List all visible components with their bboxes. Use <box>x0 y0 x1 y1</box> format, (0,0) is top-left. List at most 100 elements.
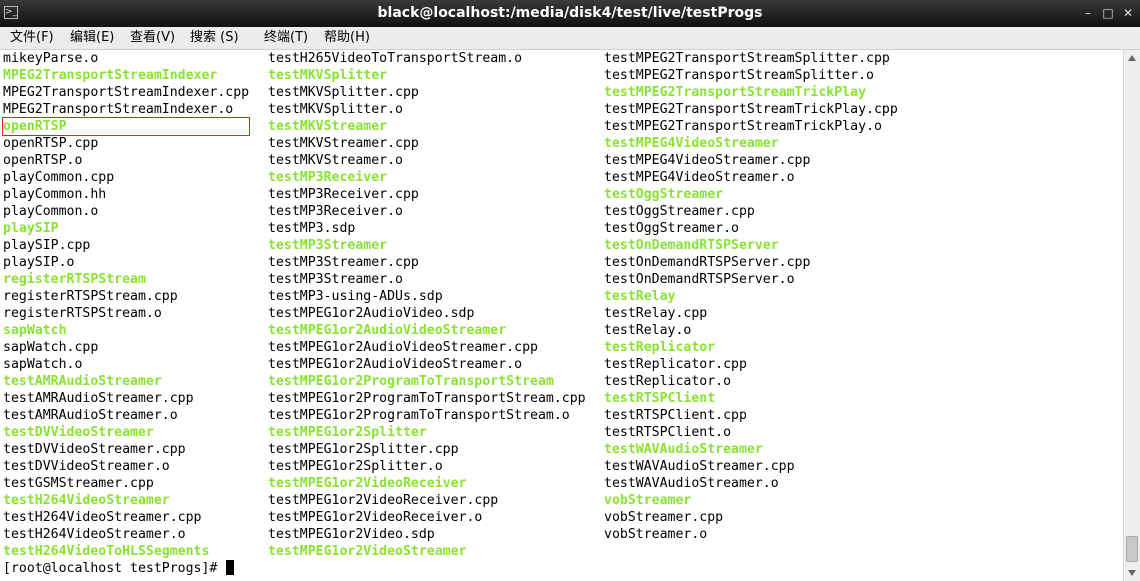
text-cursor <box>226 560 235 575</box>
menu-view[interactable]: 查看(V) <box>130 27 175 49</box>
executable-entry: testMKVSplitter <box>268 68 388 83</box>
minimize-button[interactable]: – <box>1080 5 1096 21</box>
file-entry: testRelay.cpp <box>604 306 708 321</box>
file-entry: testReplicator.cpp <box>604 357 747 372</box>
file-entry: sapWatch.cpp <box>3 340 99 355</box>
file-column-2: testH265VideoToTransportStream.o testMKVS… <box>268 50 586 560</box>
scrollbar-thumb[interactable] <box>1126 536 1138 562</box>
executable-entry: testMP3Streamer <box>268 238 388 253</box>
file-entry: testMP3Streamer.cpp <box>268 255 419 270</box>
window-title: black@localhost:/media/disk4/test/live/t… <box>377 5 763 21</box>
file-entry: testMKVStreamer.cpp <box>268 136 419 151</box>
executable-entry: testMPEG2TransportStreamTrickPlay <box>604 85 867 100</box>
executable-entry: testOggStreamer <box>604 187 724 202</box>
file-entry: testMPEG1or2Splitter.o <box>268 459 443 474</box>
file-entry: testWAVAudioStreamer.cpp <box>604 459 795 474</box>
menu-edit[interactable]: 编辑(E) <box>70 27 114 49</box>
executable-entry: testMPEG4VideoStreamer <box>604 136 779 151</box>
file-entry: vobStreamer.cpp <box>604 510 724 525</box>
file-entry: testRTSPClient.cpp <box>604 408 747 423</box>
file-entry: testMPEG1or2AudioVideo.sdp <box>268 306 475 321</box>
file-entry: testMKVSplitter.o <box>268 102 403 117</box>
executable-entry: testH264VideoStreamer <box>3 493 170 508</box>
file-entry: playCommon.hh <box>3 187 107 202</box>
executable-entry: testMPEG1or2VideoReceiver <box>268 476 467 491</box>
executable-entry: testAMRAudioStreamer <box>3 374 162 389</box>
executable-entry: testWAVAudioStreamer <box>604 442 763 457</box>
file-entry: testMKVSplitter.cpp <box>268 85 419 100</box>
file-entry: openRTSP.cpp <box>3 136 99 151</box>
file-entry: testDVVideoStreamer.o <box>3 459 170 474</box>
file-entry: testH265VideoToTransportStream.o <box>268 51 523 66</box>
file-entry: testMPEG2TransportStreamSplitter.cpp <box>604 51 890 66</box>
file-entry: testGSMStreamer.cpp <box>3 476 154 491</box>
file-entry: testH264VideoStreamer.o <box>3 527 186 542</box>
executable-entry: testRTSPClient <box>604 391 716 406</box>
file-column-3: testMPEG2TransportStreamSplitter.cpp test… <box>604 50 898 543</box>
executable-entry: testMKVStreamer <box>268 119 388 134</box>
file-entry: testWAVAudioStreamer.o <box>604 476 779 491</box>
window-titlebar[interactable]: >_ black@localhost:/media/disk4/test/liv… <box>0 0 1140 27</box>
file-entry: testMP3.sdp <box>268 221 356 236</box>
shell-prompt[interactable]: [root@localhost testProgs]# <box>3 560 235 577</box>
close-button[interactable]: ✕ <box>1120 5 1136 21</box>
vertical-scrollbar[interactable] <box>1123 50 1140 581</box>
executable-entry: sapWatch <box>3 323 67 338</box>
file-entry: testDVVideoStreamer.cpp <box>3 442 186 457</box>
file-entry: testH264VideoStreamer.cpp <box>3 510 202 525</box>
file-entry: playSIP.o <box>3 255 75 270</box>
file-entry: playCommon.o <box>3 204 99 219</box>
file-entry: testMPEG2TransportStreamTrickPlay.o <box>604 119 882 134</box>
executable-entry: testH264VideoToHLSSegments <box>3 544 210 559</box>
file-column-1: mikeyParse.o MPEG2TransportStreamIndexer M… <box>1 50 251 560</box>
file-entry: testAMRAudioStreamer.cpp <box>3 391 194 406</box>
file-entry: MPEG2TransportStreamIndexer.cpp <box>3 85 250 100</box>
executable-entry: testReplicator <box>604 340 716 355</box>
file-entry: testMPEG1or2ProgramToTransportStream.o <box>268 408 570 423</box>
file-entry: testAMRAudioStreamer.o <box>3 408 178 423</box>
scroll-down-arrow-icon[interactable] <box>1128 570 1136 576</box>
file-entry: MPEG2TransportStreamIndexer.o <box>3 102 234 117</box>
maximize-button[interactable]: □ <box>1100 5 1116 21</box>
file-entry: testMPEG4VideoStreamer.cpp <box>604 153 811 168</box>
file-entry: testRelay.o <box>604 323 692 338</box>
file-entry: playCommon.cpp <box>3 170 115 185</box>
scroll-up-arrow-icon[interactable] <box>1128 55 1136 61</box>
file-entry: testMPEG4VideoStreamer.o <box>604 170 795 185</box>
executable-entry: testMP3Receiver <box>268 170 388 185</box>
file-entry: testOnDemandRTSPServer.o <box>604 272 795 287</box>
menu-bar: 文件(F) 编辑(E) 查看(V) 搜索 (S) 终端(T) 帮助(H) <box>0 27 1140 50</box>
file-entry: openRTSP.o <box>3 153 83 168</box>
executable-entry: vobStreamer <box>604 493 692 508</box>
file-entry: testOnDemandRTSPServer.cpp <box>604 255 811 270</box>
file-entry: sapWatch.o <box>3 357 83 372</box>
file-entry: playSIP.cpp <box>3 238 91 253</box>
file-entry: testMP3Receiver.cpp <box>268 187 419 202</box>
file-entry: testOggStreamer.cpp <box>604 204 755 219</box>
file-entry: registerRTSPStream.o <box>3 306 162 321</box>
menu-terminal[interactable]: 终端(T) <box>264 27 308 49</box>
file-entry: testMPEG1or2VideoReceiver.o <box>268 510 483 525</box>
executable-entry: registerRTSPStream <box>3 272 146 287</box>
file-entry: testMPEG1or2AudioVideoStreamer.o <box>268 357 523 372</box>
prompt-text: [root@localhost testProgs]# <box>3 561 226 576</box>
file-entry: testRTSPClient.o <box>604 425 732 440</box>
executable-entry: testRelay <box>604 289 676 304</box>
menu-search[interactable]: 搜索 (S) <box>190 27 239 49</box>
file-entry: testMPEG2TransportStreamTrickPlay.cpp <box>604 102 898 117</box>
menu-file[interactable]: 文件(F) <box>10 27 54 49</box>
file-entry: testMPEG1or2ProgramToTransportStream.cpp <box>268 391 586 406</box>
file-entry: testMPEG2TransportStreamSplitter.o <box>604 68 874 83</box>
file-entry: testMP3Receiver.o <box>268 204 403 219</box>
menu-help[interactable]: 帮助(H) <box>324 27 370 49</box>
terminal-output[interactable]: mikeyParse.o MPEG2TransportStreamIndexer M… <box>0 50 1123 581</box>
file-entry: testMP3-using-ADUs.sdp <box>268 289 443 304</box>
executable-entry: testOnDemandRTSPServer <box>604 238 779 253</box>
file-entry: testMPEG1or2Video.sdp <box>268 527 435 542</box>
file-entry: testOggStreamer.o <box>604 221 739 236</box>
executable-entry: testMPEG1or2VideoStreamer <box>268 544 467 559</box>
executable-entry: MPEG2TransportStreamIndexer <box>3 68 218 83</box>
executable-entry: testDVVideoStreamer <box>3 425 154 440</box>
executable-entry: testMPEG1or2ProgramToTransportStream <box>268 374 554 389</box>
file-entry: vobStreamer.o <box>604 527 708 542</box>
